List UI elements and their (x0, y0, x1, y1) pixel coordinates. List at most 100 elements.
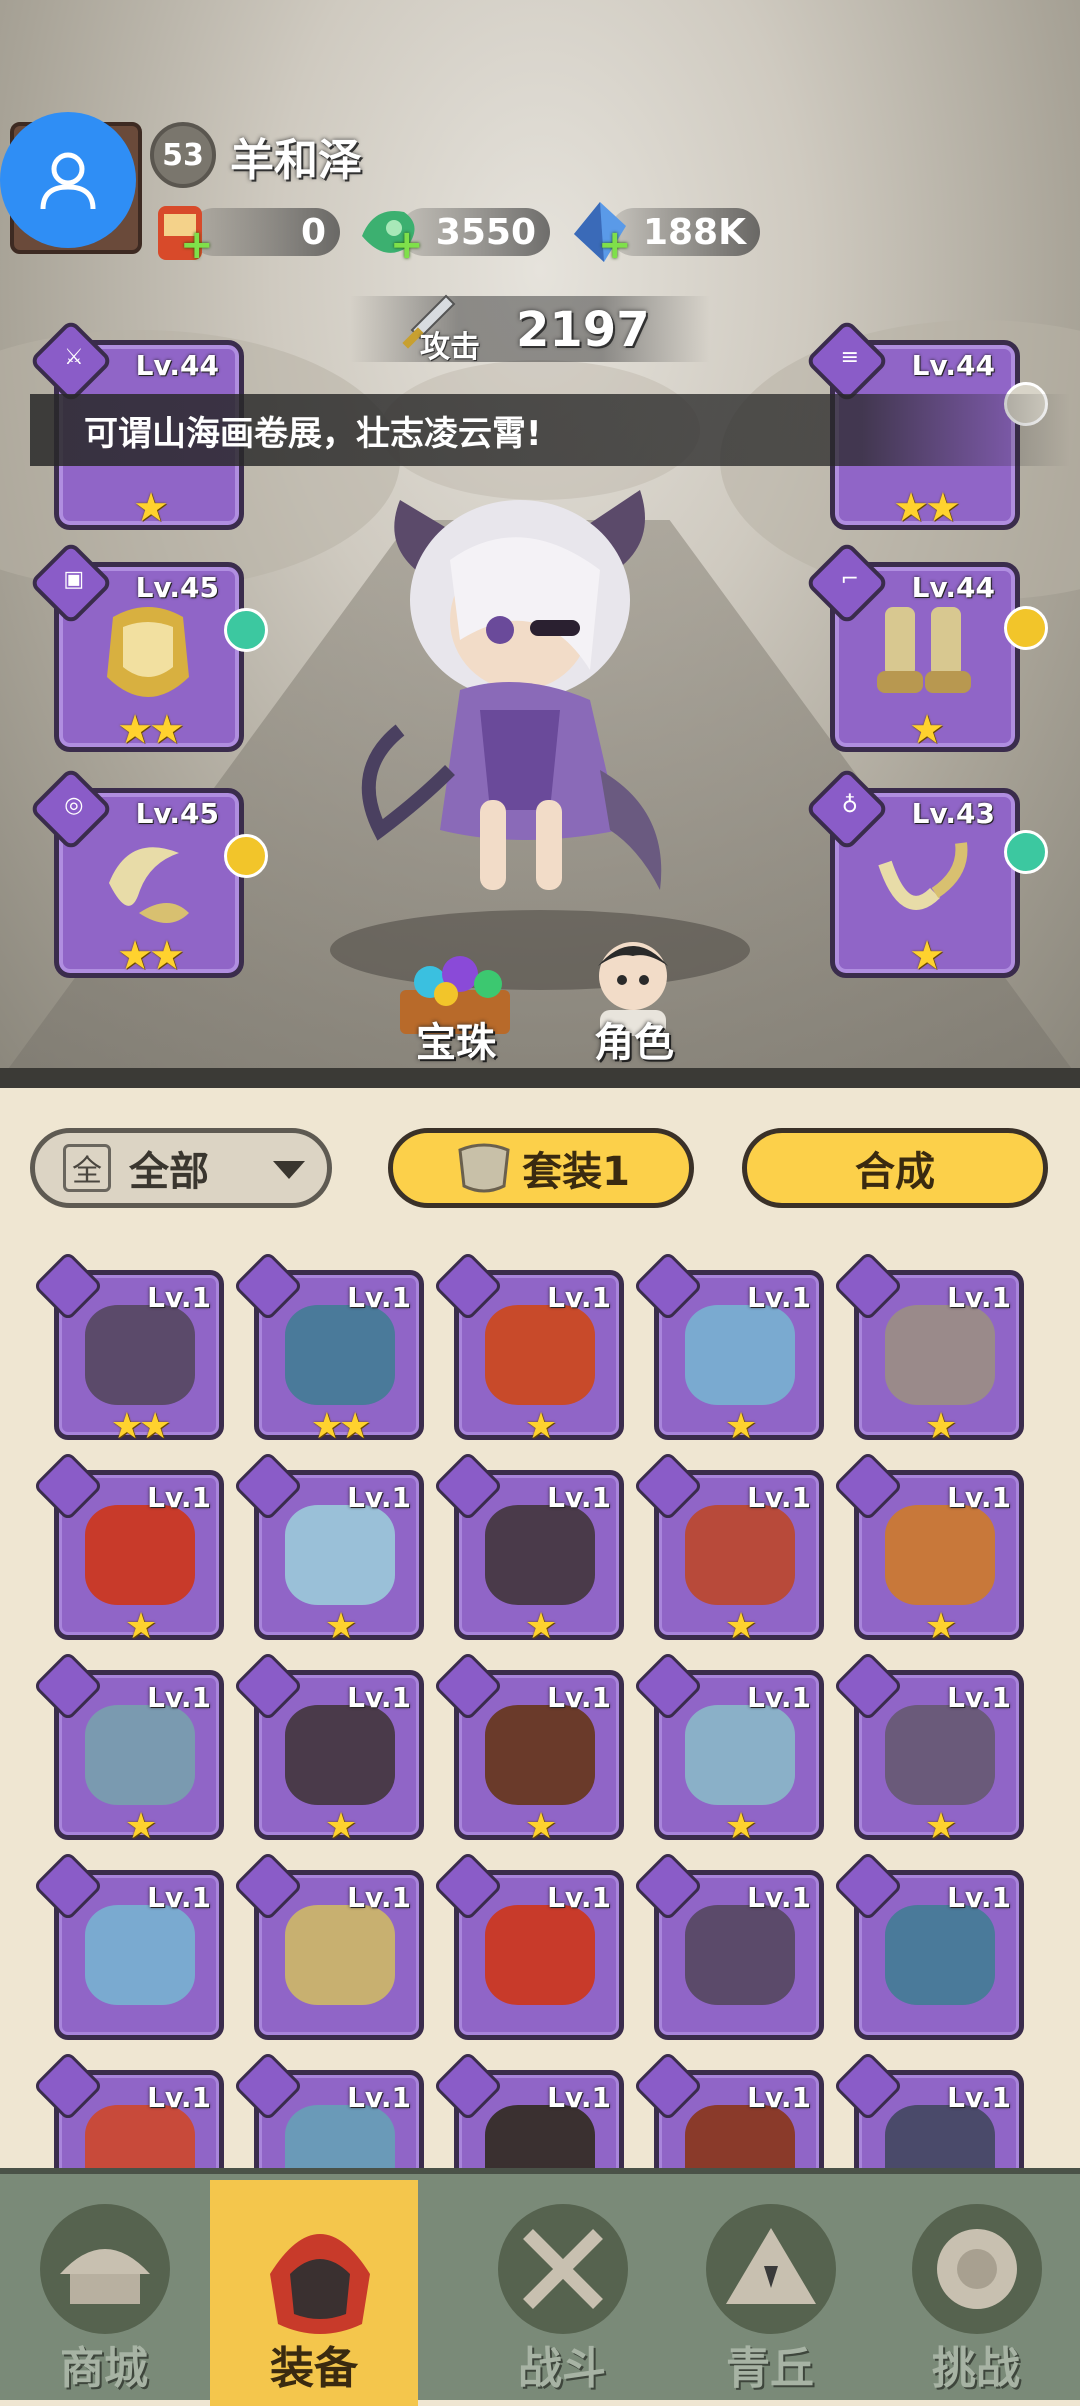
star-rating: ★ (924, 1806, 957, 1847)
merge-button-label: 合成 (855, 1149, 935, 1195)
inventory-item[interactable]: Lv.1 ★ (432, 1650, 624, 1847)
item-level: Lv.1 (747, 2081, 811, 2114)
equipment-icon (485, 1505, 595, 1605)
inventory-item[interactable]: Lv.1 ★★ (32, 1250, 224, 1447)
character-button-label[interactable]: 角色 (594, 1010, 674, 1068)
star-rating: ★ (124, 1806, 157, 1847)
star-rating: ★ (909, 707, 945, 753)
nav-tab-equipment[interactable]: 装备 (210, 2180, 418, 2406)
star-rating: ★★ (110, 1406, 172, 1447)
equip-slot-ring[interactable]: ◎ Lv.45 ★★ (28, 766, 244, 979)
equipment-icon (685, 1705, 795, 1805)
nav-label: 商城 (60, 2343, 148, 2394)
equipment-icon (685, 1505, 795, 1605)
equipment-icon (685, 1305, 795, 1405)
inventory-item[interactable]: Lv.1 (232, 1850, 424, 2040)
filter-all-icon: 全 (63, 1144, 111, 1192)
nav-tab-shop[interactable]: 商城 (0, 2180, 208, 2406)
profile-icon[interactable] (0, 112, 136, 248)
star-rating: ★ (909, 933, 945, 979)
equipment-icon (485, 1705, 595, 1805)
inventory-item[interactable]: Lv.1 ★ (32, 1650, 224, 1847)
equipment-icon (285, 1305, 395, 1405)
helmet-icon (250, 2204, 380, 2334)
equipment-icon (85, 1905, 195, 2005)
inventory-item[interactable]: Lv.1 ★ (832, 1250, 1024, 1447)
nav-tab-challenge[interactable]: 挑战 (872, 2180, 1080, 2406)
item-level: Lv.1 (547, 2081, 611, 2114)
star-rating: ★ (724, 1606, 757, 1647)
item-level: Lv.1 (147, 1281, 211, 1314)
nav-tab-qingqiu[interactable]: 青丘 (666, 2180, 874, 2406)
item-level: Lv.1 (747, 1681, 811, 1714)
item-level: Lv.1 (147, 1481, 211, 1514)
equip-slot-armor[interactable]: ▣ Lv.45 ★★ (28, 540, 244, 753)
inventory-item[interactable]: Lv.1 ★ (632, 1450, 824, 1647)
inventory-item[interactable]: Lv.1 (632, 1850, 824, 2040)
equip-slot-amulet[interactable]: ♁ Lv.43 ★ (804, 766, 1020, 979)
item-level: Lv.1 (947, 1881, 1011, 1914)
category-filter-dropdown[interactable]: 全 全部 (30, 1128, 332, 1208)
equipment-icon (885, 1905, 995, 2005)
item-level: Lv.1 (547, 1281, 611, 1314)
item-level: Lv.1 (147, 2081, 211, 2114)
attack-label: 攻击 (420, 330, 480, 365)
resource-value: 0 (300, 211, 326, 253)
horn-amulet-icon (878, 842, 968, 910)
set-button-label: 套装1 (522, 1149, 630, 1195)
character-sprite[interactable] (340, 470, 700, 930)
add-scroll-bag-button[interactable]: + (180, 222, 214, 268)
inventory-item[interactable]: Lv.1 (832, 1850, 1024, 2040)
item-level: Lv.1 (947, 1481, 1011, 1514)
inventory-item[interactable]: Lv.1 ★ (432, 1250, 624, 1447)
inventory-item[interactable]: Lv.1 ★ (32, 1450, 224, 1647)
inventory-item[interactable]: Lv.1 ★ (632, 1650, 824, 1847)
item-level: Lv.1 (347, 1881, 411, 1914)
filter-label: 全部 (129, 1149, 209, 1195)
inventory-item[interactable]: Lv.1 ★ (232, 1650, 424, 1847)
item-level: Lv.1 (547, 1881, 611, 1914)
slot-level: Lv.44 (911, 349, 995, 382)
star-rating: ★ (124, 1606, 157, 1647)
nav-label: 青丘 (726, 2343, 814, 2394)
star-rating: ★ (133, 485, 169, 531)
equipment-icon (285, 1505, 395, 1605)
star-rating: ★ (524, 1806, 557, 1847)
star-rating: ★ (324, 1606, 357, 1647)
inventory-item[interactable]: Lv.1 ★ (632, 1250, 824, 1447)
slot-level: Lv.45 (135, 571, 219, 604)
golden-armor-icon (107, 607, 189, 697)
attack-value: 2197 (516, 302, 650, 358)
shop-icon (40, 2204, 170, 2334)
orbs-button-label[interactable]: 宝珠 (416, 1010, 496, 1068)
inventory-item[interactable]: Lv.1 (432, 1850, 624, 2040)
item-level: Lv.1 (947, 2081, 1011, 2114)
nav-tab-battle[interactable]: 战斗 (458, 2180, 666, 2406)
item-level: Lv.1 (347, 1681, 411, 1714)
add-crystal-button[interactable]: + (598, 222, 632, 268)
inventory-item[interactable]: Lv.1 ★ (832, 1450, 1024, 1647)
crossed-swords-icon (498, 2204, 628, 2334)
item-level: Lv.1 (147, 1881, 211, 1914)
inventory-item[interactable]: Lv.1 ★ (232, 1450, 424, 1647)
bottom-nav: 商城 装备 战斗 青丘 挑战 (0, 2168, 1080, 2406)
inventory-item[interactable]: Lv.1 ★ (832, 1650, 1024, 1847)
merge-button[interactable]: 合成 (742, 1128, 1048, 1208)
slot-level: Lv.45 (135, 797, 219, 830)
equipment-set-button[interactable]: 套装1 (388, 1128, 694, 1208)
add-jade-coin-button[interactable]: + (390, 222, 424, 268)
inventory-item[interactable]: Lv.1 ★ (432, 1450, 624, 1647)
equip-slot-boots[interactable]: ⌐ Lv.44 ★ (804, 540, 1020, 753)
gem-socket-icon (1004, 606, 1048, 650)
star-rating: ★ (924, 1406, 957, 1447)
item-level: Lv.1 (547, 1681, 611, 1714)
gem-socket-icon (224, 834, 268, 878)
item-level: Lv.1 (747, 1481, 811, 1514)
inventory-item[interactable]: Lv.1 (32, 1850, 224, 2040)
item-level: Lv.1 (347, 1481, 411, 1514)
inventory-item[interactable]: Lv.1 ★★ (232, 1250, 424, 1447)
equipment-icon (85, 1505, 195, 1605)
star-rating: ★ (524, 1406, 557, 1447)
star-rating: ★ (724, 1406, 757, 1447)
equipment-icon (285, 1705, 395, 1805)
